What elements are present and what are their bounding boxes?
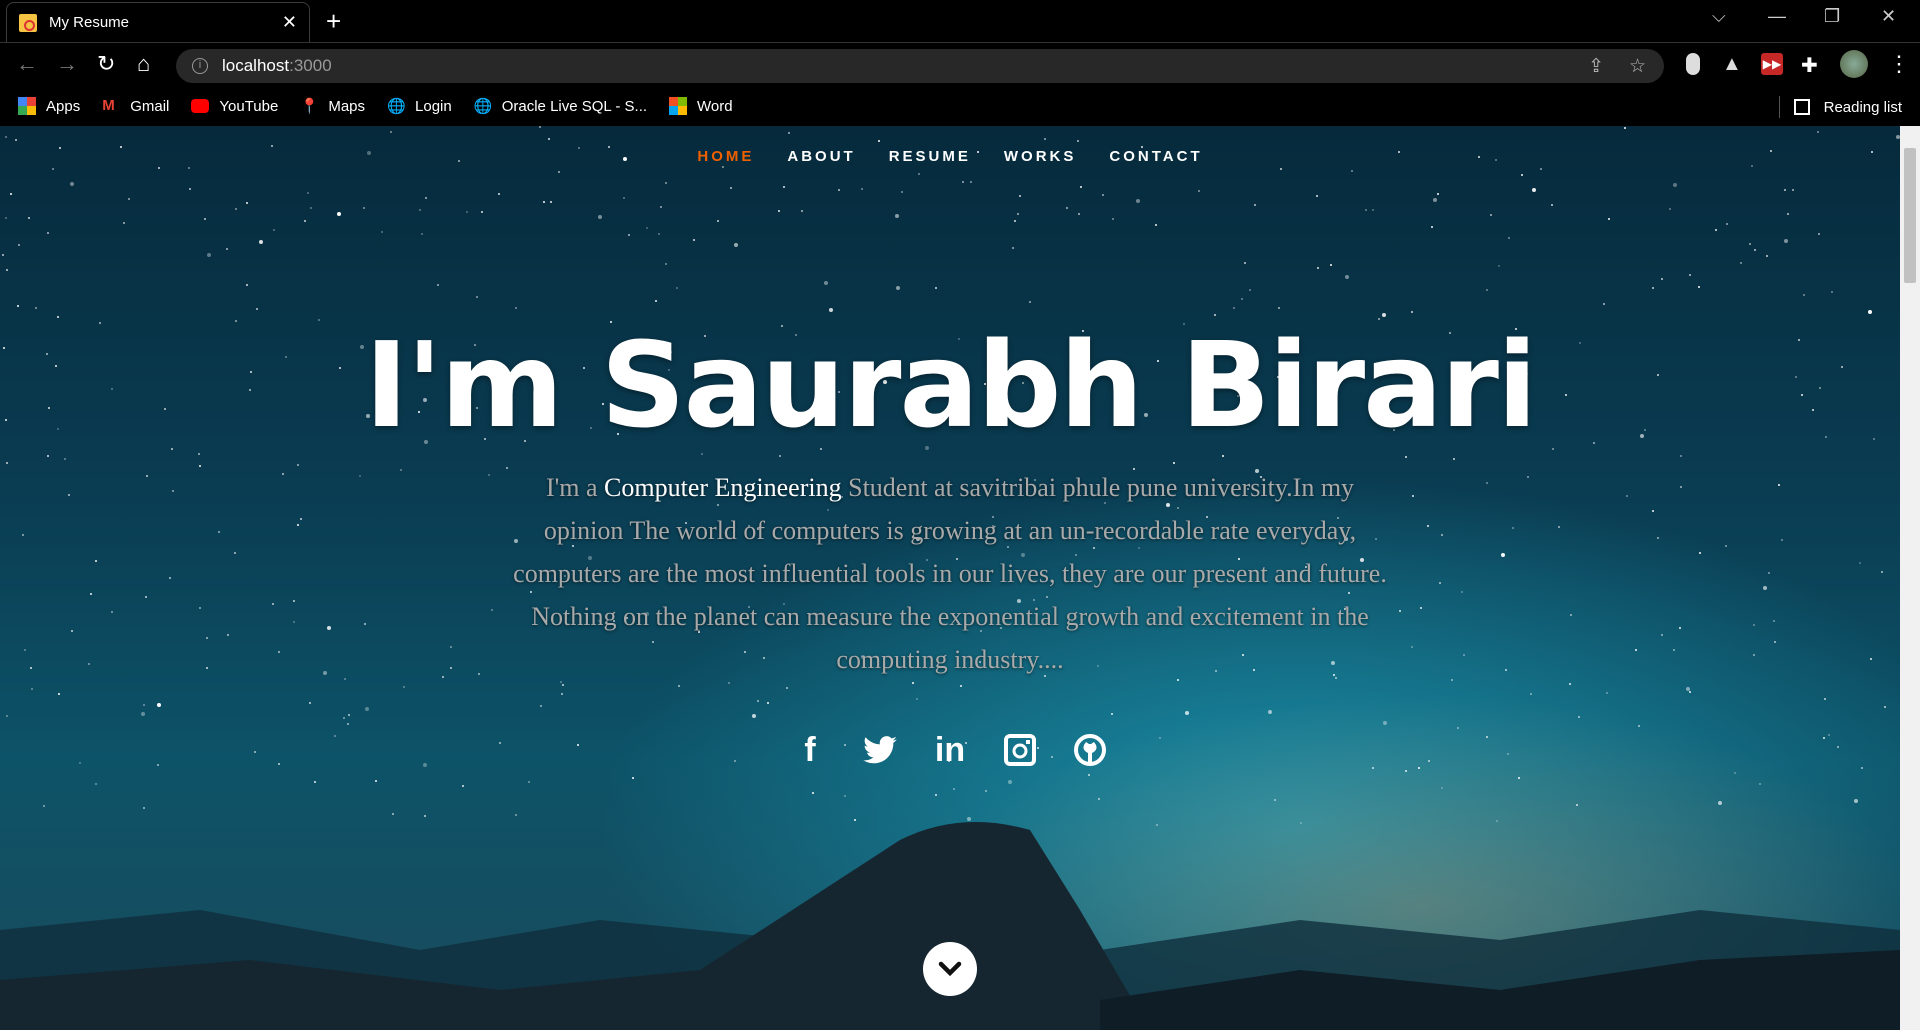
restore-button[interactable]: ❐ (1824, 6, 1840, 27)
bookmark-label: Gmail (130, 97, 170, 115)
back-button[interactable]: ← (16, 51, 38, 77)
maps-pin-icon: 📍 (300, 98, 320, 115)
profile-avatar[interactable] (1840, 50, 1868, 78)
nav-resume[interactable]: RESUME (889, 148, 971, 165)
globe-icon: 🌐 (473, 98, 493, 115)
extension-icon[interactable]: ▶▶ (1761, 53, 1783, 75)
youtube-icon (191, 99, 210, 113)
address-bar[interactable]: i localhost:3000 ⇪ ☆ (176, 49, 1664, 83)
main-nav: HOME ABOUT RESUME WORKS CONTACT (0, 148, 1900, 165)
tab-title: My Resume (49, 14, 130, 31)
twitter-icon[interactable] (862, 730, 898, 770)
new-tab-button[interactable]: + (326, 6, 341, 36)
extension-icon[interactable]: ▲ (1722, 53, 1744, 75)
bookmark-word[interactable]: Word (669, 97, 733, 115)
bookmark-login[interactable]: 🌐 Login (387, 97, 452, 116)
scrollbar-thumb[interactable] (1904, 148, 1916, 283)
bookmark-apps[interactable]: Apps (18, 97, 80, 115)
github-icon[interactable] (1072, 730, 1108, 770)
globe-icon: 🌐 (387, 98, 406, 115)
nav-home[interactable]: HOME (697, 148, 754, 165)
minimize-button[interactable]: — (1768, 6, 1786, 27)
bookmark-oracle[interactable]: 🌐 Oracle Live SQL - S... (473, 97, 648, 116)
bookmark-star-icon[interactable]: ☆ (1629, 55, 1646, 78)
site-info-icon[interactable]: i (192, 58, 208, 74)
home-button[interactable]: ⌂ (137, 51, 150, 77)
starfield (0, 126, 2, 128)
social-links: f in (0, 730, 1900, 770)
reading-list-label: Reading list (1823, 98, 1902, 116)
close-tab-icon[interactable]: ✕ (282, 12, 297, 33)
bookmarks-bar: Apps M Gmail YouTube 📍 Maps 🌐 Login 🌐 Oracle… (0, 86, 1920, 126)
tab-search-icon[interactable]: ⌵ (1712, 6, 1726, 27)
gmail-icon: M (102, 97, 115, 114)
chevron-down-icon (938, 961, 962, 977)
hero-bio: I'm a Computer Engineering Student at sa… (510, 466, 1390, 681)
bio-highlight: Computer Engineering (604, 473, 842, 502)
bookmark-label: Apps (46, 97, 81, 115)
bookmark-label: YouTube (219, 97, 279, 115)
reading-list-button[interactable]: Reading list (1778, 96, 1902, 118)
close-window-button[interactable]: ✕ (1881, 6, 1896, 27)
url-port: :3000 (289, 56, 332, 75)
nav-works[interactable]: WORKS (1004, 148, 1077, 165)
page-scrollbar[interactable] (1900, 126, 1920, 1030)
apps-grid-icon (18, 97, 36, 115)
bookmark-label: Word (697, 97, 733, 115)
instagram-icon[interactable] (1002, 730, 1038, 770)
hero-section: HOME ABOUT RESUME WORKS CONTACT I'm Saur… (0, 126, 1900, 1030)
bio-text: Student at savitribai phule pune univers… (513, 473, 1387, 674)
bookmark-youtube[interactable]: YouTube (191, 98, 278, 115)
bookmark-label: Oracle Live SQL - S... (501, 97, 648, 115)
bookmark-maps[interactable]: 📍 Maps (300, 97, 366, 116)
url-host: localhost (222, 56, 290, 75)
share-icon[interactable]: ⇪ (1588, 55, 1604, 78)
bookmark-gmail[interactable]: M Gmail (102, 97, 169, 115)
browser-toolbar: ← → ↻ ⌂ i localhost:3000 ⇪ ☆ ▲ ▶▶ ✚ ⋮ (0, 42, 1920, 86)
bookmark-label: Maps (328, 97, 366, 115)
menu-icon[interactable]: ⋮ (1888, 51, 1910, 77)
reading-list-icon (1793, 99, 1810, 115)
bio-prefix: I'm a (545, 473, 605, 502)
nav-about[interactable]: ABOUT (787, 148, 855, 165)
forward-button[interactable]: → (56, 51, 78, 77)
linkedin-icon[interactable]: in (932, 730, 968, 770)
scroll-down-button[interactable] (923, 942, 977, 996)
extensions-puzzle-icon[interactable]: ✚ (1801, 53, 1823, 77)
bookmark-label: Login (415, 97, 452, 115)
microsoft-icon (669, 97, 688, 115)
hero-title: I'm Saurabh Birari (364, 316, 1538, 454)
site-favicon-icon (19, 13, 37, 32)
reload-button[interactable]: ↻ (97, 51, 115, 77)
browser-tab[interactable]: My Resume ✕ (6, 2, 310, 42)
tab-strip: My Resume ✕ + ⌵ — ❐ ✕ (0, 0, 1920, 42)
nav-contact[interactable]: CONTACT (1109, 148, 1202, 165)
facebook-icon[interactable]: f (792, 730, 828, 770)
extension-icon[interactable] (1686, 53, 1700, 75)
divider (1778, 96, 1780, 118)
